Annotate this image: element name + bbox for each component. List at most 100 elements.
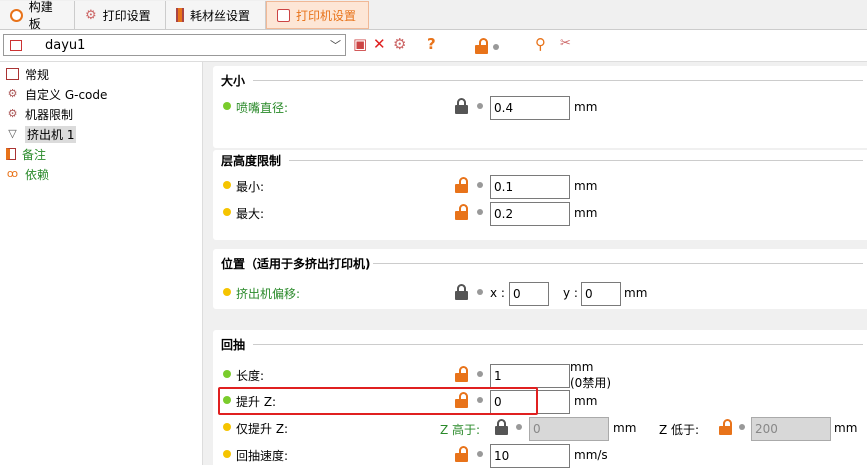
lift-above-input[interactable] — [529, 417, 609, 441]
y-label: y : — [563, 286, 578, 300]
group-layer-height: 层高度限制 最小: mm 最大: mm — [213, 150, 867, 240]
below-label: Z 低于: — [659, 423, 700, 437]
offset-x-input[interactable] — [509, 282, 549, 306]
nozzle-diameter-input[interactable] — [490, 96, 570, 120]
save-icon[interactable]: ▣ — [353, 35, 367, 53]
tab-filament-settings[interactable]: 耗材丝设置 — [166, 1, 266, 29]
unlock-icon[interactable] — [455, 177, 468, 193]
tab-printer-settings[interactable]: 打印机设置 — [266, 1, 369, 29]
unlock-icon[interactable] — [475, 38, 488, 54]
divider — [253, 344, 863, 345]
tree-item-machine-limits[interactable]: ⚙ 机器限制 — [0, 104, 202, 124]
tree-item-notes[interactable]: 备注 — [0, 144, 202, 164]
field-label: 喷嘴直径: — [236, 101, 289, 115]
max-layer-input[interactable] — [490, 202, 570, 226]
above-label: Z 高于: — [440, 423, 481, 437]
unlock-icon[interactable] — [455, 366, 468, 382]
tab-label: 打印机设置 — [296, 8, 357, 23]
lock-icon[interactable] — [495, 419, 508, 435]
preset-dropdown[interactable]: dayu1 ﹀ — [3, 34, 346, 56]
group-title: 回抽 — [221, 338, 246, 352]
status-dot — [223, 181, 231, 189]
unit-label: mm — [574, 100, 598, 114]
field-label: 仅提升 Z: — [236, 422, 289, 436]
dot-icon — [739, 424, 745, 430]
tab-build-plate[interactable]: 构建板 — [0, 0, 75, 31]
tab-label: 打印设置 — [102, 8, 151, 23]
search-icon[interactable]: ⚲ — [535, 35, 546, 53]
extruder-icon: ▽ — [8, 127, 17, 140]
filament-icon — [176, 8, 184, 22]
lock-icon[interactable] — [455, 284, 468, 300]
unit-label: mm — [574, 179, 598, 193]
preset-bar: dayu1 ﹀ ▣ ✕ ⚙ ? ⚲ ✂ — [0, 30, 867, 62]
group-size: 大小 喷嘴直径: mm — [213, 66, 867, 148]
row-max-layer: 最大: mm — [223, 202, 867, 226]
divider — [253, 80, 863, 81]
group-position: 位置（适用于多挤出打印机) 挤出机偏移: x : y : mm — [213, 249, 867, 309]
unit-label: mm — [574, 206, 598, 220]
printer-icon — [277, 8, 290, 22]
unlock-icon[interactable] — [455, 446, 468, 462]
general-icon — [6, 68, 19, 80]
tab-print-settings[interactable]: ⚙ 打印设置 — [75, 1, 166, 29]
tree-item-label: 常规 — [25, 67, 50, 82]
offset-y-input[interactable] — [581, 282, 621, 306]
row-only-lift-z: 仅提升 Z: Z 高于: mm Z 低于: mm — [223, 417, 867, 441]
gcode-icon: ⚙ — [7, 87, 18, 100]
tab-bar: 构建板 ⚙ 打印设置 耗材丝设置 打印机设置 — [0, 0, 867, 31]
lock-icon[interactable] — [455, 98, 468, 114]
tree-item-general[interactable]: 常规 — [0, 64, 202, 84]
row-retract-speed: 回抽速度: mm/s — [223, 444, 867, 468]
field-label: 回抽速度: — [236, 449, 289, 463]
delete-icon[interactable]: ✕ — [373, 35, 386, 53]
tree-item-custom-gcode[interactable]: ⚙ 自定义 G-code — [0, 84, 202, 104]
unit-label: mm — [570, 360, 594, 374]
unit-label: mm — [834, 421, 858, 435]
dot-icon — [477, 103, 483, 109]
build-plate-icon — [10, 8, 23, 22]
unlock-icon[interactable] — [455, 204, 468, 220]
field-label: 最大: — [236, 207, 265, 221]
status-dot — [223, 102, 231, 110]
unlock-icon[interactable] — [719, 419, 732, 435]
unit-label: mm — [574, 394, 598, 408]
min-layer-input[interactable] — [490, 175, 570, 199]
retract-length-input[interactable] — [490, 364, 570, 388]
group-title: 大小 — [221, 74, 246, 88]
dot-icon — [477, 182, 483, 188]
tab-label: 耗材丝设置 — [190, 8, 251, 23]
printer-icon — [10, 39, 22, 51]
unit-label: mm/s — [574, 448, 608, 462]
row-retract-length: 长度: mm (0禁用) — [223, 360, 867, 390]
chevron-down-icon: ﹀ — [330, 39, 341, 52]
tree-item-dependencies[interactable]: ꝏ 依赖 — [0, 164, 202, 184]
notes-icon — [6, 148, 16, 160]
status-dot — [223, 370, 231, 378]
status-dot — [223, 423, 231, 431]
gear-icon[interactable]: ⚙ — [393, 35, 406, 53]
row-min-layer: 最小: mm — [223, 175, 867, 199]
group-title: 位置（适用于多挤出打印机) — [221, 257, 371, 271]
tree-item-label: 依赖 — [25, 167, 50, 182]
lift-below-input[interactable] — [751, 417, 831, 441]
status-dot — [223, 288, 231, 296]
divider — [289, 160, 863, 161]
tree-item-label: 挤出机 1 — [25, 125, 77, 143]
dot-icon — [477, 289, 483, 295]
highlight-box — [218, 387, 538, 415]
status-dot — [223, 450, 231, 458]
row-extruder-offset: 挤出机偏移: x : y : mm — [223, 282, 867, 306]
group-title: 层高度限制 — [221, 154, 282, 168]
dot-icon — [477, 209, 483, 215]
status-dot — [223, 208, 231, 216]
preset-name: dayu1 — [45, 37, 86, 53]
field-label: 最小: — [236, 180, 265, 194]
compare-icon[interactable]: ✂ — [560, 35, 571, 53]
print-settings-icon: ⚙ — [85, 7, 97, 23]
retract-speed-input[interactable] — [490, 444, 570, 468]
dot-icon — [477, 451, 483, 457]
dot-icon — [477, 371, 483, 377]
tree-item-extruder-1[interactable]: ▽ 挤出机 1 — [0, 124, 202, 144]
help-icon[interactable]: ? — [427, 35, 436, 53]
